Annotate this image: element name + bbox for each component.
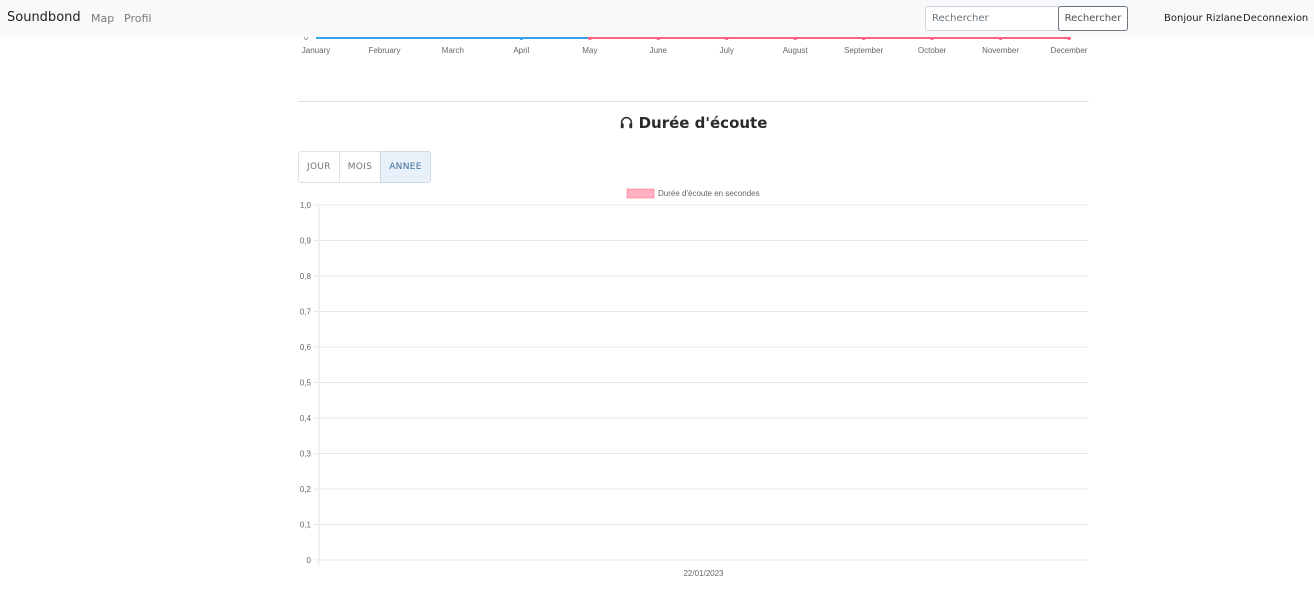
top-chart-x-label: July (720, 46, 734, 55)
y-tick-label: 0,1 (300, 521, 312, 530)
top-chart-x-label: October (918, 46, 947, 55)
logout-link[interactable]: Deconnexion (1243, 13, 1308, 24)
listening-duration-chart: Durée d'écoute en secondes 1,0 0,9 0,8 0,7 0,… (300, 188, 1088, 578)
top-chart-x-label: April (513, 46, 529, 55)
greeting-text: Bonjour Rizlane (1164, 13, 1243, 24)
nav-link-map[interactable]: Map (91, 12, 114, 25)
top-chart-x-label: January (302, 46, 330, 55)
y-tick-label: 0,8 (300, 272, 312, 281)
y-tick-label: 0,7 (300, 308, 312, 317)
headphones-icon (620, 116, 632, 129)
y-tick-label: 0,6 (300, 343, 312, 352)
y-tick-label: 0 (307, 556, 312, 565)
y-tick-label: 1,0 (300, 201, 312, 210)
top-chart-x-label: December (1051, 46, 1088, 55)
top-chart-x-label: May (582, 46, 597, 55)
navbar: Soundbond Map Profil Rechercher Bonjour … (0, 0, 1314, 37)
y-tick-label: 0,9 (300, 237, 312, 246)
y-tick-label: 0,4 (300, 414, 312, 423)
y-tick-label: 0,5 (300, 379, 312, 388)
legend-swatch (626, 188, 655, 199)
period-button-jour[interactable]: JOUR (298, 151, 340, 183)
x-tick-label: 22/01/2023 (683, 569, 724, 578)
search-input[interactable] (925, 6, 1059, 31)
section-divider (298, 101, 1089, 102)
period-button-mois[interactable]: MOIS (338, 151, 382, 183)
period-button-annee[interactable]: ANNEE (380, 151, 431, 183)
nav-link-profil[interactable]: Profil (124, 12, 151, 25)
brand-link[interactable]: Soundbond (7, 10, 81, 25)
legend-label: Durée d'écoute en secondes (658, 189, 760, 198)
y-tick-label: 0,3 (300, 450, 312, 459)
top-chart-x-label: September (844, 46, 883, 55)
top-chart-x-label: March (442, 46, 464, 55)
top-chart-x-label: November (982, 46, 1019, 55)
top-chart-x-label: August (783, 46, 809, 55)
period-selector: JOUR MOIS ANNEE (298, 151, 431, 183)
search-button[interactable]: Rechercher (1058, 6, 1128, 31)
section-title-text: Durée d'écoute (638, 114, 768, 132)
top-chart-x-label: February (368, 46, 400, 55)
section-title: Durée d'écoute (298, 114, 1089, 132)
top-chart-x-label: June (650, 46, 668, 55)
y-tick-label: 0,2 (300, 485, 312, 494)
